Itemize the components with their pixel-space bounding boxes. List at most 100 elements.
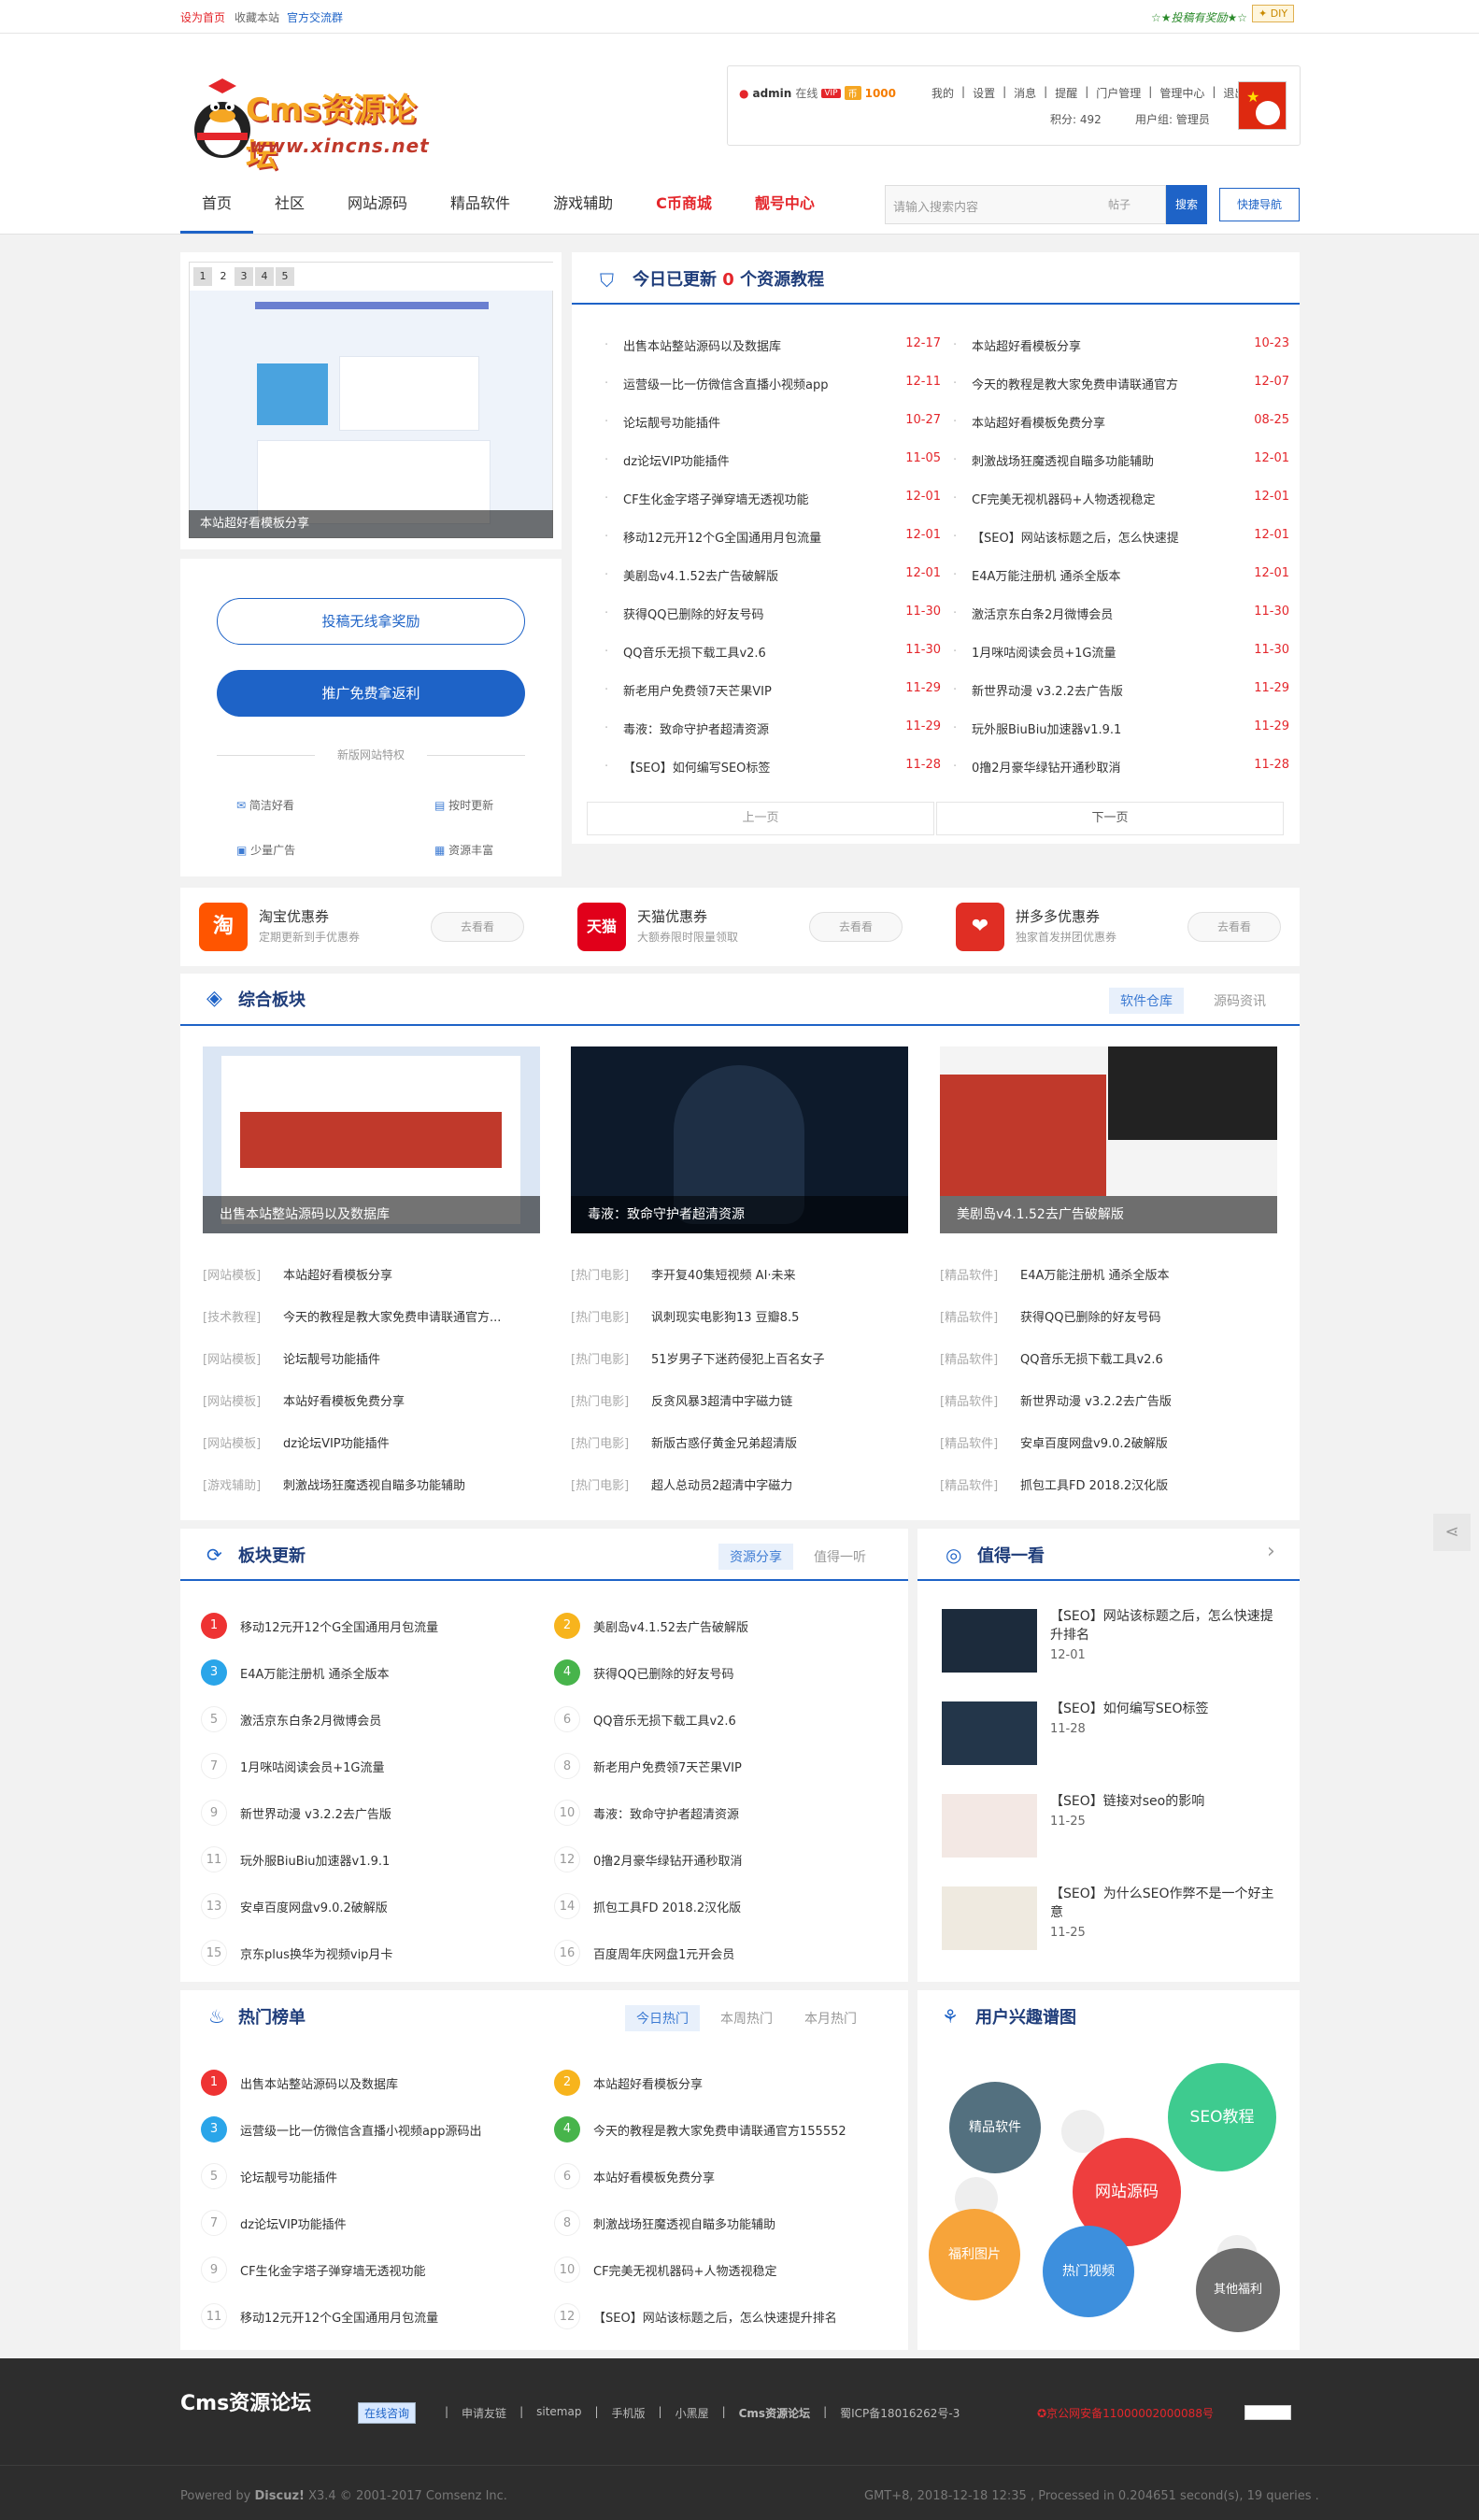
search-category-select[interactable]: 帖子 xyxy=(1074,185,1166,224)
rank-item[interactable]: 新老用户免费领7天芒果VIP xyxy=(593,1758,742,1775)
today-list-item[interactable]: · 论坛靓号功能插件 10-27 xyxy=(604,413,941,432)
nav-game-assist[interactable]: 游戏辅助 xyxy=(532,174,634,234)
zhide-item-title[interactable]: 【SEO】为什么SEO作弊不是一个好主意 xyxy=(1050,1885,1279,1922)
rank-item[interactable]: 移动12元开12个G全国通用月包流量 xyxy=(240,2308,438,2326)
today-list-item[interactable]: · 刺激战场狂魔透视自瞄多功能辅助 12-01 xyxy=(953,451,1289,470)
icp-link[interactable]: 蜀ICP备18016262号-3 xyxy=(840,2405,960,2421)
search-input[interactable]: 请输入搜索内容 xyxy=(885,185,1074,224)
zonghe-item-title[interactable]: 李开复40集短视频 AI·未来 xyxy=(651,1265,796,1283)
today-item-title[interactable]: 0撸2月豪华绿钻开通秒取消 xyxy=(972,758,1233,776)
zonghe-item-title[interactable]: E4A万能注册机 通杀全版本 xyxy=(1020,1265,1170,1283)
rank-item[interactable]: 本站好看模板免费分享 xyxy=(593,2168,715,2185)
zhide-item-title[interactable]: 【SEO】网站该标题之后，怎么快速提升排名 xyxy=(1050,1607,1279,1644)
today-list-item[interactable]: · 本站超好看模板免费分享 08-25 xyxy=(953,413,1289,432)
rank-item[interactable]: 1月咪咕阅读会员+1G流量 xyxy=(240,1758,385,1775)
group-link[interactable]: 官方交流群 xyxy=(287,9,343,25)
sitemap-link[interactable]: sitemap xyxy=(536,2405,581,2421)
today-list-item[interactable]: · QQ音乐无损下载工具v2.6 11-30 xyxy=(604,643,941,662)
zonghe-item-title[interactable]: 新世界动漫 v3.2.2去广告版 xyxy=(1020,1391,1172,1409)
tab-software[interactable]: 软件仓库 xyxy=(1109,988,1184,1014)
today-item-title[interactable]: 毒液：致命守护者超清资源 xyxy=(623,719,885,737)
zonghe-item-title[interactable]: 超人总动员2超清中字磁力 xyxy=(651,1475,792,1493)
promote-rebate-button[interactable]: 推广免费拿返利 xyxy=(217,670,525,717)
search-button[interactable]: 搜索 xyxy=(1166,185,1207,224)
favorite-link[interactable]: 收藏本站 xyxy=(235,9,279,25)
today-item-title[interactable]: 新老用户免费领7天芒果VIP xyxy=(623,681,885,699)
bubble-seo[interactable]: SEO教程 xyxy=(1168,2063,1276,2171)
today-item-title[interactable]: dz论坛VIP功能插件 xyxy=(623,451,885,469)
rank-item[interactable]: 百度周年庆网盘1元开会员 xyxy=(593,1944,734,1962)
today-list-item[interactable]: · 本站超好看模板分享 10-23 xyxy=(953,336,1289,355)
zhide-item-title[interactable]: 【SEO】链接对seo的影响 xyxy=(1050,1792,1279,1811)
footer-logo[interactable]: Cms资源论坛 xyxy=(180,2386,311,2416)
quick-nav-button[interactable]: 快捷导航 xyxy=(1219,188,1300,221)
bubble-other[interactable]: 其他福利 xyxy=(1196,2248,1280,2332)
rank-item[interactable]: 玩外服BiuBiu加速器v1.9.1 xyxy=(240,1851,390,1869)
rank-item[interactable]: 安卓百度网盘v9.0.2破解版 xyxy=(240,1898,388,1915)
zonghe-item-title[interactable]: 本站超好看模板分享 xyxy=(283,1265,392,1283)
today-list-item[interactable]: · 获得QQ已删除的好友号码 11-30 xyxy=(604,605,941,623)
today-list-item[interactable]: · 毒液：致命守护者超清资源 11-29 xyxy=(604,719,941,738)
portal-admin-link[interactable]: 门户管理 xyxy=(1096,85,1141,101)
tab-today-hot[interactable]: 今日热门 xyxy=(625,2005,700,2031)
today-list-item[interactable]: · CF生化金字塔子弹穿墙无透视功能 12-01 xyxy=(604,490,941,508)
today-list-item[interactable]: · 0撸2月豪华绿钻开通秒取消 11-28 xyxy=(953,758,1289,776)
today-item-title[interactable]: 今天的教程是教大家免费申请联通官方 xyxy=(972,375,1233,392)
zonghe-item-title[interactable]: 新版古惑仔黄金兄弟超清版 xyxy=(651,1433,797,1451)
zonghe-item-title[interactable]: 刺激战场狂魔透视自瞄多功能辅助 xyxy=(283,1475,465,1493)
today-list-item[interactable]: · 美剧岛v4.1.52去广告破解版 12-01 xyxy=(604,566,941,585)
prev-page-button[interactable]: 上一页 xyxy=(587,802,934,835)
friend-link[interactable]: 申请友链 xyxy=(462,2405,506,2421)
today-item-title[interactable]: 刺激战场狂魔透视自瞄多功能辅助 xyxy=(972,451,1233,469)
slider-page-2[interactable]: 2 xyxy=(214,267,233,286)
feature-image-2[interactable]: 毒液：致命守护者超清资源 xyxy=(571,1046,908,1233)
feature-image-3[interactable]: 美剧岛v4.1.52去广告破解版 xyxy=(940,1046,1277,1233)
rank-item[interactable]: 新世界动漫 v3.2.2去广告版 xyxy=(240,1804,391,1822)
rank-item[interactable]: E4A万能注册机 通杀全版本 xyxy=(240,1664,390,1682)
tab-source-news[interactable]: 源码资讯 xyxy=(1202,988,1277,1014)
zonghe-item-title[interactable]: QQ音乐无损下载工具v2.6 xyxy=(1020,1349,1163,1367)
avatar[interactable]: ★ xyxy=(1238,81,1287,130)
today-list-item[interactable]: · 【SEO】如何编写SEO标签 11-28 xyxy=(604,758,941,776)
today-item-title[interactable]: 获得QQ已删除的好友号码 xyxy=(623,605,885,622)
reminders-link[interactable]: 提醒 xyxy=(1055,85,1077,101)
today-list-item[interactable]: · 新世界动漫 v3.2.2去广告版 11-29 xyxy=(953,681,1289,700)
rank-item[interactable]: dz论坛VIP功能插件 xyxy=(240,2214,347,2232)
slider-page-3[interactable]: 3 xyxy=(235,267,253,286)
today-list-item[interactable]: · E4A万能注册机 通杀全版本 12-01 xyxy=(953,566,1289,585)
messages-link[interactable]: 消息 xyxy=(1014,85,1036,101)
reward-link[interactable]: ☆★投稿有奖励★☆ xyxy=(1151,9,1247,25)
consult-button[interactable]: 在线咨询 xyxy=(358,2402,417,2424)
zhide-thumb[interactable] xyxy=(942,1701,1037,1765)
next-page-button[interactable]: 下一页 xyxy=(936,802,1284,835)
slider-page-1[interactable]: 1 xyxy=(193,267,212,286)
zonghe-item-title[interactable]: 安卓百度网盘v9.0.2破解版 xyxy=(1020,1433,1168,1451)
today-item-title[interactable]: 本站超好看模板分享 xyxy=(972,336,1233,354)
rank-item[interactable]: 毒液：致命守护者超清资源 xyxy=(593,1804,739,1822)
rank-item[interactable]: 本站超好看模板分享 xyxy=(593,2074,703,2092)
feature-image-1[interactable]: 出售本站整站源码以及数据库 xyxy=(203,1046,540,1233)
rank-item[interactable]: CF生化金字塔子弹穿墙无透视功能 xyxy=(240,2261,426,2279)
zonghe-item-title[interactable]: 抓包工具FD 2018.2汉化版 xyxy=(1020,1475,1168,1493)
today-item-title[interactable]: 激活京东白条2月微博会员 xyxy=(972,605,1233,622)
chevron-right-icon[interactable]: › xyxy=(1267,1540,1275,1563)
rank-item[interactable]: 论坛靓号功能插件 xyxy=(240,2168,337,2185)
today-item-title[interactable]: 1月咪咕阅读会员+1G流量 xyxy=(972,643,1233,661)
today-list-item[interactable]: · 今天的教程是教大家免费申请联通官方 12-07 xyxy=(953,375,1289,393)
zonghe-item-title[interactable]: 论坛靓号功能插件 xyxy=(283,1349,380,1367)
nav-coin-mall[interactable]: C币商城 xyxy=(634,174,733,234)
rank-item[interactable]: 运营级一比一仿微信含直播小视频app源码出 xyxy=(240,2121,481,2139)
site-logo[interactable]: Cms资源论坛 www.xincns.net xyxy=(180,64,433,175)
admin-center-link[interactable]: 管理中心 xyxy=(1159,85,1204,101)
nav-home[interactable]: 首页 xyxy=(180,174,254,234)
today-item-title[interactable]: 玩外服BiuBiu加速器v1.9.1 xyxy=(972,719,1233,737)
zonghe-item-title[interactable]: 本站好看模板免费分享 xyxy=(283,1391,405,1409)
bubble-images[interactable]: 福利图片 xyxy=(929,2209,1020,2300)
today-list-item[interactable]: · 移动12元开12个G全国通用月包流量 12-01 xyxy=(604,528,941,547)
coupon-button[interactable]: 去看看 xyxy=(1187,912,1281,942)
mobile-link[interactable]: 手机版 xyxy=(612,2405,646,2421)
zonghe-item-title[interactable]: 讽刺现实电影狗13 豆瓣8.5 xyxy=(651,1307,799,1325)
zonghe-item-title[interactable]: 51岁男子下迷药侵犯上百名女子 xyxy=(651,1349,825,1367)
today-list-item[interactable]: · 【SEO】网站该标题之后，怎么快速提 12-01 xyxy=(953,528,1289,547)
settings-link[interactable]: 设置 xyxy=(973,85,995,101)
